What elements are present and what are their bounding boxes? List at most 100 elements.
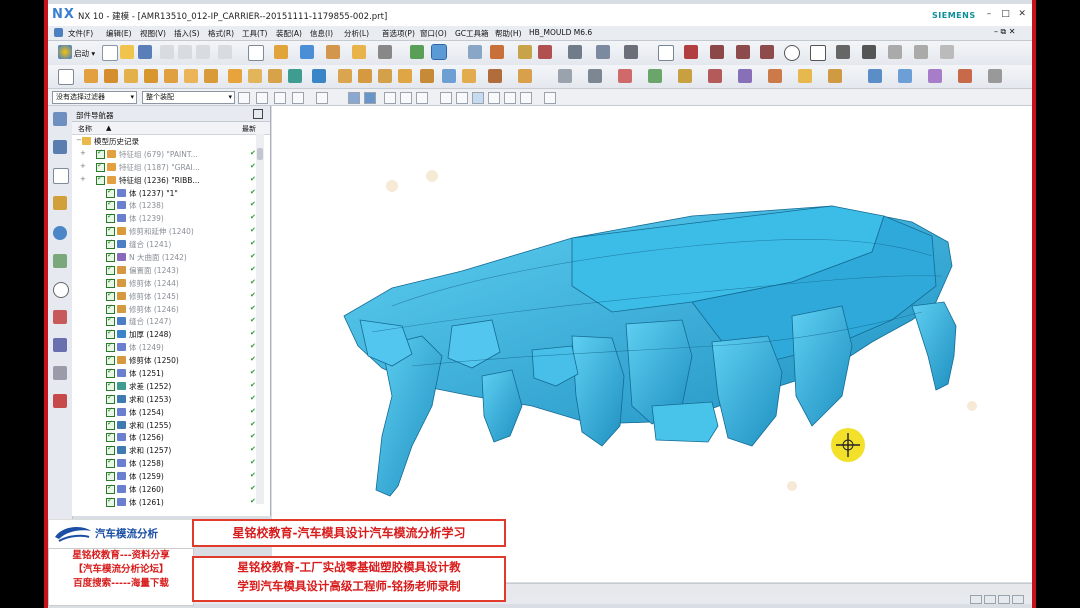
- endpoint-snap-icon[interactable]: [384, 92, 396, 104]
- process-studio-icon[interactable]: [53, 338, 67, 352]
- tree-row[interactable]: 体 (1258) ✔: [72, 457, 270, 470]
- rectangle-select-icon[interactable]: [316, 92, 328, 104]
- visibility-checkbox[interactable]: [106, 315, 115, 327]
- curve-analysis-icon[interactable]: [618, 69, 632, 83]
- part-nav-icon[interactable]: [53, 168, 69, 184]
- visibility-checkbox[interactable]: [106, 212, 115, 224]
- render-icon[interactable]: [274, 45, 288, 59]
- replace-face-icon[interactable]: [442, 69, 456, 83]
- tree-row[interactable]: 修剪体 (1245) ✔: [72, 290, 270, 303]
- pattern-icon[interactable]: [538, 45, 552, 59]
- offset-curve-icon[interactable]: [888, 45, 902, 59]
- ip-carrier-model[interactable]: [343, 205, 957, 497]
- menu-window-controls[interactable]: – ⧉ ✕: [994, 27, 1016, 37]
- swept-icon[interactable]: [104, 69, 118, 83]
- polygon-icon[interactable]: [836, 45, 850, 59]
- tree-row[interactable]: 偏置面 (1243) ✔: [72, 264, 270, 277]
- sew-surface-icon[interactable]: [288, 69, 302, 83]
- n-sided-icon[interactable]: [184, 69, 198, 83]
- trim-body-icon[interactable]: [358, 69, 372, 83]
- extrude-icon[interactable]: [490, 45, 504, 59]
- type-filter-select[interactable]: 没有选择过滤器: [52, 91, 137, 104]
- select-all-icon[interactable]: [238, 92, 250, 104]
- menu-gc-toolbox[interactable]: GC工具箱: [455, 28, 489, 39]
- visibility-checkbox[interactable]: [106, 431, 115, 443]
- scrollbar-thumb[interactable]: [257, 148, 263, 160]
- collapse-icon[interactable]: −: [76, 136, 82, 144]
- wireframe-icon[interactable]: [348, 92, 360, 104]
- spline-icon[interactable]: [710, 45, 724, 59]
- show-hide-icon[interactable]: [410, 45, 424, 59]
- select-mode-icon[interactable]: [431, 44, 447, 60]
- point-on-curve-icon[interactable]: [504, 92, 516, 104]
- start-button[interactable]: 启动 ▾: [74, 48, 95, 59]
- face-analysis-icon[interactable]: [648, 69, 662, 83]
- parting-icon[interactable]: [898, 69, 912, 83]
- line-icon[interactable]: [736, 45, 750, 59]
- close-icon[interactable]: ✕: [1015, 9, 1029, 21]
- composite-curve-icon[interactable]: [798, 69, 812, 83]
- visibility-checkbox[interactable]: [106, 264, 115, 275]
- menu-insert[interactable]: 插入(S): [174, 28, 200, 39]
- snap-options-icon[interactable]: [544, 92, 556, 104]
- tree-row[interactable]: 求和 (1257) ✔: [72, 444, 270, 457]
- roles-icon[interactable]: [53, 366, 67, 380]
- minimize-icon[interactable]: –: [982, 9, 996, 21]
- menu-edit[interactable]: 编辑(E): [106, 28, 132, 39]
- tree-row[interactable]: 修剪体 (1246) ✔: [72, 303, 270, 316]
- menu-analysis[interactable]: 分析(L): [344, 28, 369, 39]
- visibility-checkbox[interactable]: [106, 470, 115, 482]
- undo-icon[interactable]: [218, 45, 232, 59]
- ruled-icon[interactable]: [124, 69, 138, 83]
- bridge-curve-icon[interactable]: [768, 69, 782, 83]
- chamfer-icon[interactable]: [588, 69, 602, 83]
- visibility-checkbox[interactable]: [106, 290, 115, 301]
- mould-wizard-icon[interactable]: [868, 69, 882, 83]
- tree-row[interactable]: 体 (1260) ✔: [72, 483, 270, 496]
- synchronous-icon[interactable]: [488, 69, 502, 83]
- section-icon[interactable]: [678, 69, 692, 83]
- selection-scope-select[interactable]: 整个装配: [142, 91, 235, 104]
- tree-row[interactable]: 体 (1239) ✔: [72, 212, 270, 225]
- split-body-icon[interactable]: [378, 69, 392, 83]
- visibility-checkbox[interactable]: [106, 199, 115, 211]
- tree-row[interactable]: 体 (1256) ✔: [72, 431, 270, 444]
- quadrant-icon[interactable]: [472, 92, 484, 104]
- tree-row[interactable]: 体 (1237) "1" ✔: [72, 187, 270, 200]
- visibility-checkbox[interactable]: [96, 148, 105, 159]
- visibility-checkbox[interactable]: [106, 483, 115, 495]
- wcs-icon[interactable]: [352, 45, 366, 59]
- measure-icon[interactable]: [568, 45, 582, 59]
- visibility-checkbox[interactable]: [106, 238, 115, 250]
- tree-row[interactable]: + 特征组 (679) "PAINT... ✔: [72, 148, 270, 161]
- circle-icon[interactable]: [784, 45, 800, 61]
- menu-help[interactable]: 帮助(H): [495, 28, 522, 39]
- web-browser-icon[interactable]: [53, 226, 67, 240]
- tree-row[interactable]: 体 (1261) ✔: [72, 496, 270, 509]
- move-cursor-icon[interactable]: [831, 428, 865, 462]
- edge-blend-icon[interactable]: [558, 69, 572, 83]
- midpoint-snap-icon[interactable]: [400, 92, 412, 104]
- tree-row[interactable]: 修剪体 (1244) ✔: [72, 277, 270, 290]
- fill-surface-icon[interactable]: [164, 69, 178, 83]
- divide-face-icon[interactable]: [398, 69, 412, 83]
- arc-center-icon[interactable]: [456, 92, 468, 104]
- slider-icon[interactable]: [958, 69, 972, 83]
- transform-icon[interactable]: [274, 92, 286, 104]
- tree-row[interactable]: 体 (1259) ✔: [72, 470, 270, 483]
- tree-row[interactable]: 体 (1254) ✔: [72, 406, 270, 419]
- trim-sheet-icon[interactable]: [338, 69, 352, 83]
- curve-icon[interactable]: [684, 45, 698, 59]
- menu-window[interactable]: 窗口(O): [420, 28, 447, 39]
- visibility-checkbox[interactable]: [106, 303, 115, 314]
- visibility-checkbox[interactable]: [106, 496, 115, 507]
- pin-icon[interactable]: [253, 109, 263, 119]
- model-view[interactable]: [272, 106, 1032, 582]
- app-menu-icon[interactable]: [54, 28, 63, 37]
- menu-preferences[interactable]: 首选项(P): [382, 28, 415, 39]
- tree-row[interactable]: 求差 (1252) ✔: [72, 380, 270, 393]
- trim-curve-icon[interactable]: [940, 45, 954, 59]
- reuse-library-icon[interactable]: [53, 196, 67, 210]
- menu-assembly[interactable]: 装配(A): [276, 28, 302, 39]
- column-latest[interactable]: 最新: [242, 124, 256, 134]
